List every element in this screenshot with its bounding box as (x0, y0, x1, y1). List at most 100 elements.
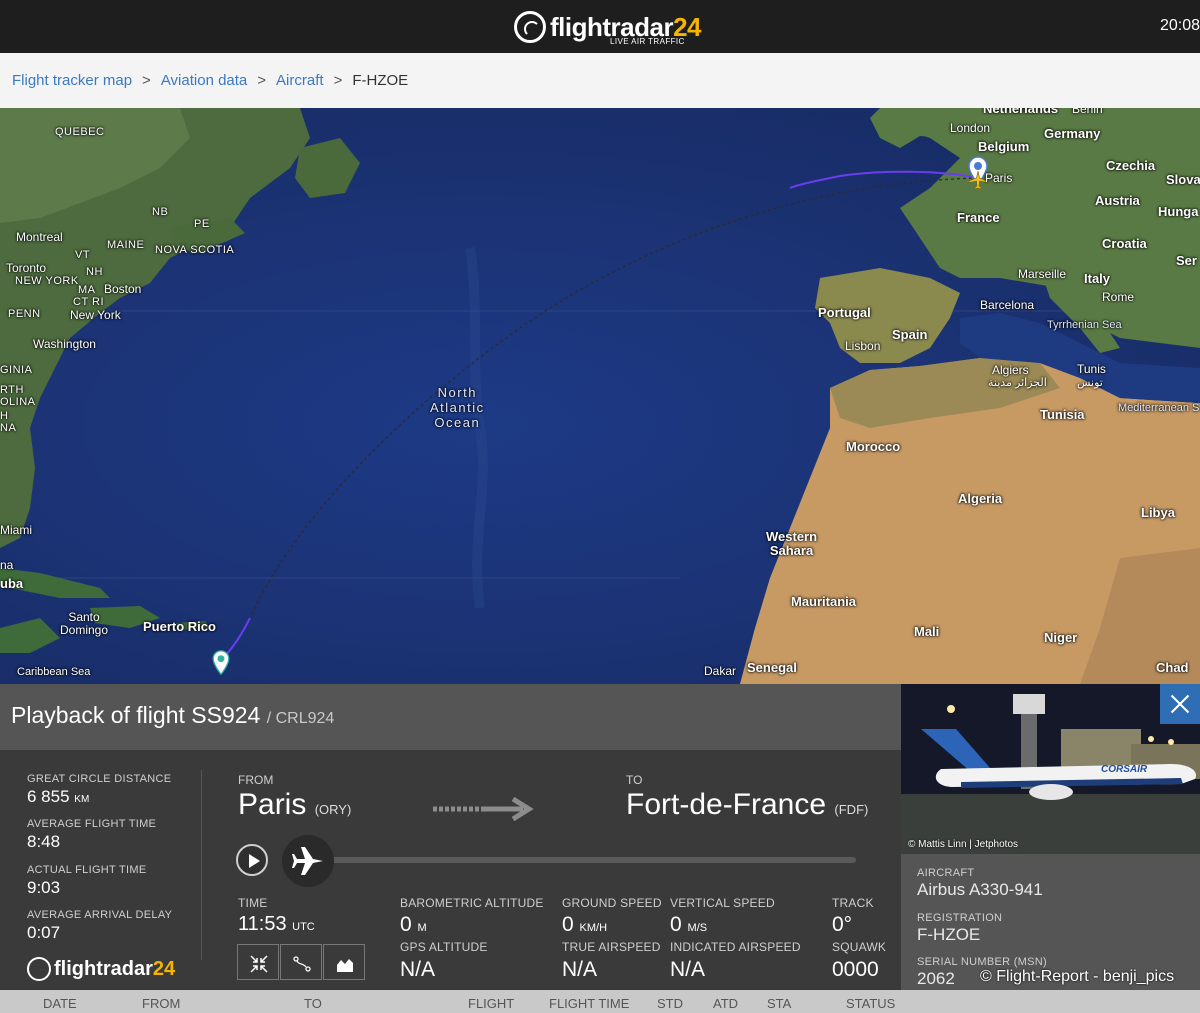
map-label-italy: Italy (1084, 271, 1111, 286)
column-status[interactable]: STATUS (846, 996, 895, 1011)
map-label-berlin: Berlin (1072, 108, 1103, 116)
track-value: 0° (832, 913, 853, 936)
playback-progress-bar[interactable] (300, 857, 856, 863)
serial-number-label: SERIAL NUMBER (MSN) (917, 956, 1047, 968)
column-atd[interactable]: ATD (713, 996, 738, 1011)
stat-value-average-flight-time: 8:48 (27, 832, 61, 851)
aircraft-label: AIRCRAFT (917, 867, 975, 879)
indicated-airspeed-label: INDICATED AIRSPEED (670, 940, 801, 954)
stat-label-actual-flight-time: ACTUAL FLIGHT TIME (27, 864, 147, 876)
stat-label-arrival-delay: AVERAGE ARRIVAL DELAY (27, 909, 173, 921)
map-label-senegal: Senegal (747, 660, 797, 675)
track-label: TRACK (832, 896, 874, 910)
map-label-hunga: Hunga (1158, 204, 1199, 219)
flight-history-table-header: DATE FROM TO FLIGHT FLIGHT TIME STD ATD … (0, 990, 1200, 1013)
map-label-new-york: New York (70, 308, 121, 322)
map-label-dakar: Dakar (704, 664, 737, 678)
clock: 20:08 (1159, 17, 1200, 34)
map-label-lisbon: Lisbon (845, 339, 881, 353)
true-airspeed-label: TRUE AIRSPEED (562, 940, 661, 954)
baro-altitude-value: 0 M (400, 913, 427, 936)
photo-credit[interactable]: © Mattis Linn | Jetphotos (908, 839, 1018, 850)
registration-label: REGISTRATION (917, 912, 1003, 924)
column-std[interactable]: STD (657, 996, 683, 1011)
route-view-button[interactable] (280, 944, 322, 980)
panel-flightradar24-logo: flightradar24 (27, 957, 175, 981)
close-button[interactable] (1160, 684, 1200, 724)
map-label-czechia: Czechia (1106, 158, 1156, 173)
breadcrumb-aviation-data[interactable]: Aviation data (161, 72, 247, 89)
map-label-netherlands: Netherlands (983, 108, 1059, 116)
map-label-miami: Miami (0, 523, 32, 537)
playback-header: Playback of flight SS924 / CRL924 (0, 684, 901, 750)
column-sta[interactable]: STA (767, 996, 791, 1011)
map-label-london: London (950, 121, 991, 135)
true-airspeed-value: N/A (562, 958, 598, 981)
registration-value[interactable]: F-HZOE (917, 925, 980, 945)
indicated-airspeed-value: N/A (670, 958, 706, 981)
destination-pin-icon[interactable] (212, 650, 230, 676)
watermark: © Flight-Report - benji_pics (980, 968, 1175, 985)
map-label-ma: MA (78, 284, 96, 296)
map-label-spain: Spain (892, 327, 928, 342)
stat-value-actual-flight-time: 9:03 (27, 878, 61, 897)
panel-divider (201, 770, 202, 960)
map-label-algiers-arabic: الجزائر مدينة (988, 377, 1047, 389)
livery-text: CORSAIR (1101, 764, 1148, 775)
playback-title: Playback of flight SS924 / CRL924 (11, 702, 334, 729)
stat-value-arrival-delay: 0:07 (27, 923, 61, 942)
map-label-santo-domingo: Santo Domingo (60, 610, 109, 637)
ground-speed-label: GROUND SPEED (562, 896, 662, 910)
aircraft-photo[interactable]: CORSAIR © Mattis Linn | Jetphotos (901, 684, 1200, 854)
fit-view-button[interactable] (237, 944, 279, 980)
map-label-pe: PE (194, 218, 210, 230)
map-label-nb: NB (152, 206, 169, 218)
map-label-mali: Mali (914, 624, 940, 639)
aircraft-info-panel: CORSAIR © Mattis Linn | Jetphotos AIRCRA… (901, 684, 1200, 990)
map-label-france: France (957, 210, 1000, 225)
map-label-portugal: Portugal (818, 305, 871, 320)
breadcrumb-aircraft[interactable]: Aircraft (276, 72, 324, 89)
altitude-graph-button[interactable] (323, 944, 365, 980)
baro-altitude-label: BAROMETRIC ALTITUDE (400, 896, 544, 910)
map-label-tunisia: Tunisia (1040, 407, 1085, 422)
panel-brand-text: flightradar24 (54, 957, 176, 980)
column-from[interactable]: FROM (142, 996, 180, 1011)
column-flight-time[interactable]: FLIGHT TIME (549, 996, 629, 1011)
playback-title-text: Playback of flight SS924 (11, 702, 261, 728)
play-button[interactable] (236, 844, 268, 876)
squawk-value: 0000 (832, 958, 879, 981)
flight-map[interactable]: QUEBEC NB PE Montreal MAINE NOVA SCOTIA … (0, 108, 1200, 684)
map-label-nh: NH (86, 266, 103, 278)
map-label-nova-scotia: NOVA SCOTIA (155, 244, 235, 256)
flightradar24-logo[interactable]: flightradar24 LIVE AIR TRAFFIC (514, 6, 701, 48)
aircraft-value[interactable]: Airbus A330-941 (917, 880, 1043, 900)
vertical-speed-label: VERTICAL SPEED (670, 896, 775, 910)
map-label-niger: Niger (1044, 630, 1078, 645)
map-label-puerto-rico: Puerto Rico (143, 619, 216, 634)
column-date[interactable]: DATE (43, 996, 77, 1011)
brand-tagline: LIVE AIR TRAFFIC (610, 37, 685, 46)
map-label-north-carolina: RTH OLINA (0, 384, 36, 408)
map-label-tunis-arabic: تونس (1077, 377, 1103, 389)
map-label-boston: Boston (104, 282, 142, 296)
breadcrumb-separator: > (333, 72, 343, 89)
map-label-ginia: GINIA (0, 364, 33, 376)
breadcrumb-flight-tracker-map[interactable]: Flight tracker map (12, 72, 132, 89)
route-arrow-icon (433, 796, 534, 822)
squawk-label: SQUAWK (832, 940, 887, 954)
map-label-montreal: Montreal (16, 230, 63, 244)
playback-slider-handle[interactable] (282, 835, 334, 887)
gps-altitude-label: GPS ALTITUDE (400, 940, 488, 954)
column-flight[interactable]: FLIGHT (468, 996, 514, 1011)
to-label: TO (626, 773, 643, 787)
map-label-austria: Austria (1095, 193, 1140, 208)
map-label-rome: Rome (1102, 290, 1135, 304)
column-to[interactable]: TO (304, 996, 322, 1011)
map-label-na: na (0, 558, 14, 572)
map-label-algiers: Algiers (992, 363, 1029, 377)
map-label-mediterranean-sea: Mediterranean S (1118, 402, 1200, 414)
map-label-vt: VT (75, 249, 91, 261)
map-label-germany: Germany (1044, 126, 1101, 141)
map-label-south-carolina: H NA (0, 410, 17, 434)
